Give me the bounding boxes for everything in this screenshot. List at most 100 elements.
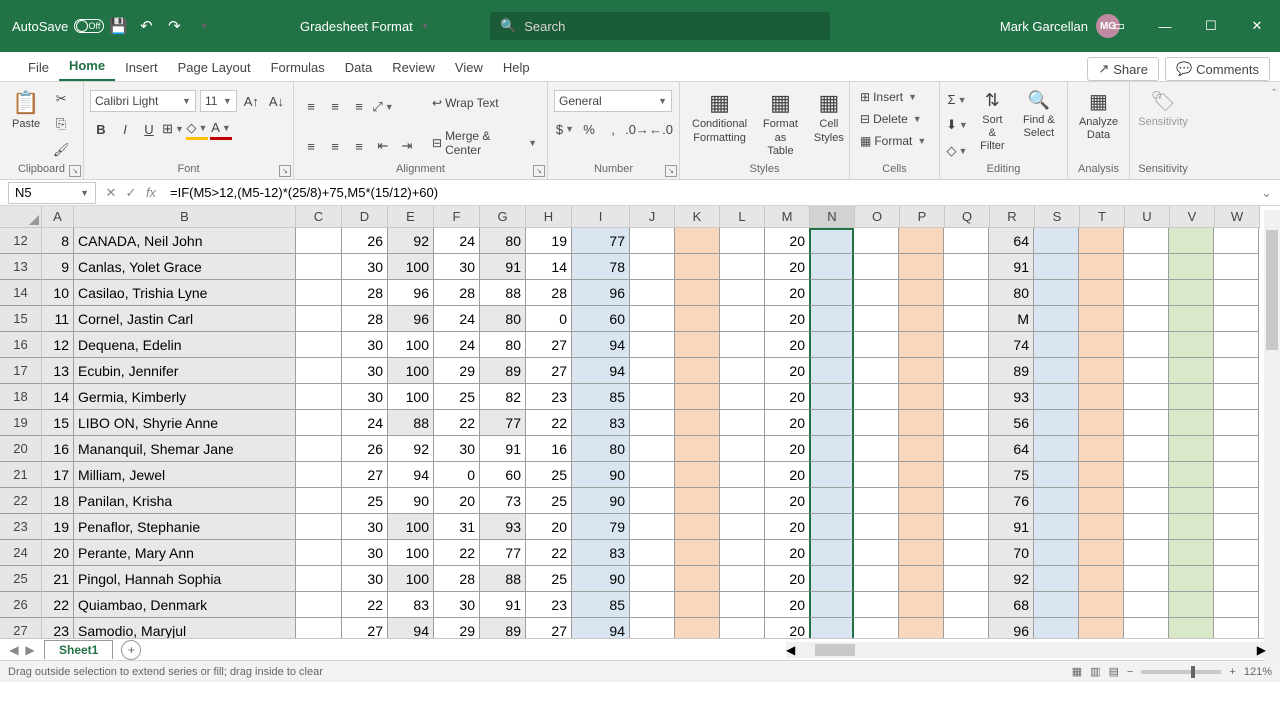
cell[interactable] [1169,592,1214,618]
cell[interactable]: 30 [342,254,388,280]
cell[interactable] [296,566,342,592]
cell[interactable]: 15 [42,410,74,436]
cell[interactable] [1214,228,1259,254]
cell[interactable]: LIBO ON, Shyrie Anne [74,410,296,436]
collapse-ribbon-icon[interactable]: ˆ [1272,88,1276,100]
cell[interactable]: 100 [388,358,434,384]
cell[interactable]: 80 [480,306,526,332]
cell[interactable]: 94 [388,462,434,488]
dialog-launcher-icon[interactable]: ↘ [279,165,291,177]
cell[interactable]: 88 [480,280,526,306]
cell[interactable] [1214,332,1259,358]
cell[interactable] [854,592,899,618]
cell[interactable] [1124,436,1169,462]
cell[interactable]: 22 [526,410,572,436]
cell[interactable]: 29 [434,618,480,638]
cell[interactable]: 100 [388,566,434,592]
cell[interactable] [809,228,854,254]
search-input[interactable]: 🔍 Search [490,12,830,40]
cell[interactable] [1124,306,1169,332]
cell[interactable]: 20 [526,514,572,540]
cell[interactable] [854,566,899,592]
cell[interactable]: 20 [42,540,74,566]
enter-formula-icon[interactable]: ✓ [122,185,140,201]
number-format-select[interactable]: General▼ [554,90,672,112]
cell[interactable] [675,306,720,332]
cell[interactable]: 30 [434,592,480,618]
cell[interactable] [296,254,342,280]
cell[interactable] [944,228,989,254]
add-sheet-icon[interactable]: + [121,640,141,660]
row-header[interactable]: 21 [0,462,42,488]
cell[interactable]: 80 [480,228,526,254]
cell[interactable] [675,566,720,592]
cell[interactable]: 90 [572,566,630,592]
row-header[interactable]: 27 [0,618,42,638]
cell[interactable]: 91 [480,592,526,618]
cell[interactable] [944,306,989,332]
cell[interactable] [944,540,989,566]
cell[interactable]: 96 [572,280,630,306]
cell[interactable] [296,306,342,332]
cell[interactable] [1124,410,1169,436]
col-header[interactable]: B [74,206,296,228]
cell[interactable] [1169,384,1214,410]
cell[interactable] [720,514,765,540]
cell[interactable]: 27 [526,618,572,638]
row-header[interactable]: 13 [0,254,42,280]
tab-view[interactable]: View [445,54,493,81]
cell[interactable]: 76 [989,488,1034,514]
cell[interactable]: 80 [480,332,526,358]
cell[interactable] [944,384,989,410]
cell[interactable] [1079,514,1124,540]
cell[interactable] [899,306,944,332]
cell[interactable] [1079,462,1124,488]
row-header[interactable]: 16 [0,332,42,358]
cell[interactable]: 75 [989,462,1034,488]
col-header[interactable]: A [42,206,74,228]
col-header[interactable]: F [434,206,480,228]
cell[interactable] [854,436,899,462]
cell[interactable]: 30 [342,384,388,410]
cell[interactable]: 18 [42,488,74,514]
cell[interactable]: 78 [572,254,630,280]
cell[interactable]: M [989,306,1034,332]
cell[interactable]: 20 [765,384,810,410]
cell[interactable]: Germia, Kimberly [74,384,296,410]
cell[interactable]: 27 [342,462,388,488]
cell[interactable] [296,384,342,410]
cell[interactable]: 85 [572,384,630,410]
cell[interactable]: 25 [526,566,572,592]
cell[interactable] [809,566,854,592]
tab-file[interactable]: File [18,54,59,81]
col-header[interactable]: D [342,206,388,228]
wrap-text-button[interactable]: ↩Wrap Text [428,94,541,112]
cell[interactable] [296,540,342,566]
cell[interactable] [944,462,989,488]
fill-icon[interactable]: ⬇▼ [946,114,968,136]
format-painter-icon[interactable]: 🖌 [50,139,72,161]
cell[interactable] [1124,280,1169,306]
redo-icon[interactable]: ↷ [160,17,188,35]
cell[interactable]: 27 [526,332,572,358]
cell[interactable] [899,228,944,254]
cell[interactable]: 100 [388,540,434,566]
cell[interactable]: 88 [480,566,526,592]
cell[interactable] [1169,618,1214,638]
cell[interactable] [296,228,342,254]
cell[interactable]: 100 [388,514,434,540]
sheet-tab[interactable]: Sheet1 [44,640,113,659]
cell[interactable] [854,488,899,514]
row-header[interactable]: 12 [0,228,42,254]
row-header[interactable]: 26 [0,592,42,618]
cell[interactable]: 20 [765,280,810,306]
cell[interactable]: 93 [989,384,1034,410]
fill-color-icon[interactable]: ◇▼ [186,118,208,140]
cell[interactable]: 64 [989,228,1034,254]
cell[interactable] [1034,514,1079,540]
format-as-table-button[interactable]: ▦Format as Table [757,86,804,163]
cell[interactable]: 20 [765,306,810,332]
cell[interactable] [675,410,720,436]
cell[interactable]: 56 [989,410,1034,436]
cell[interactable] [1124,540,1169,566]
